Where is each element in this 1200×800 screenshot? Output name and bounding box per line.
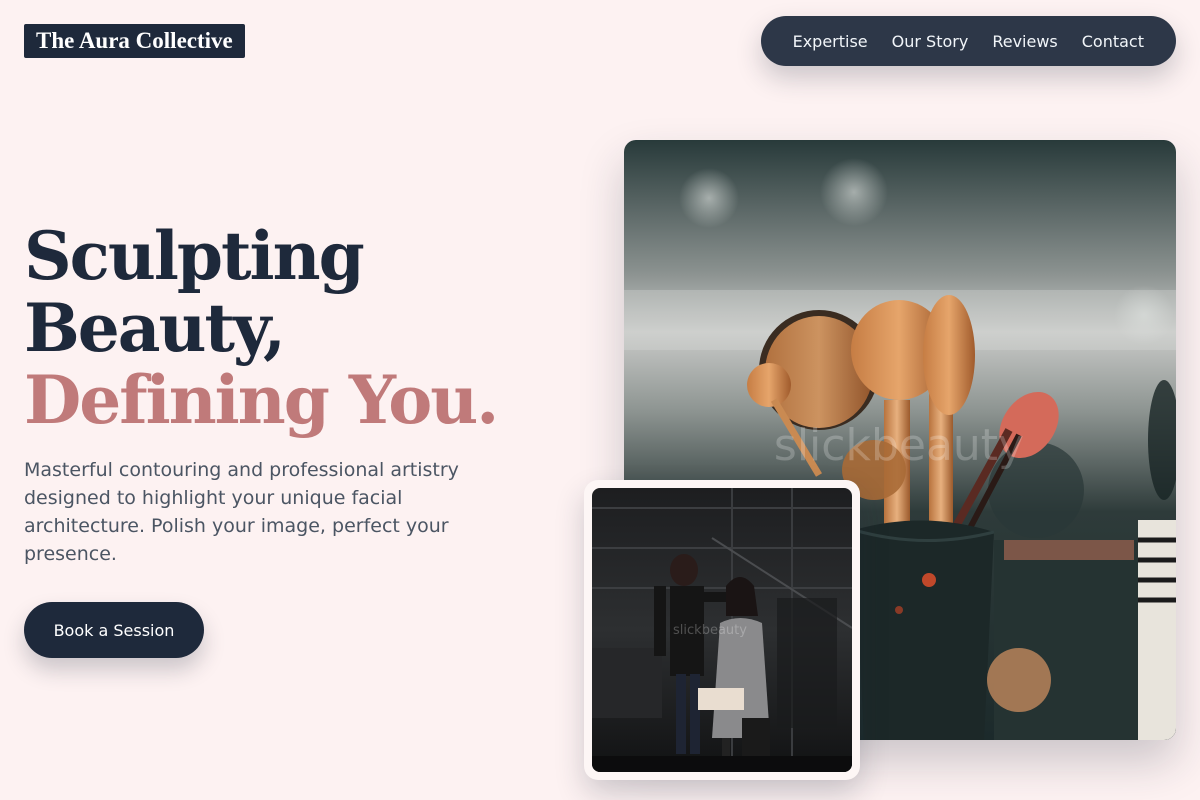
main-nav: Expertise Our Story Reviews Contact — [760, 16, 1176, 66]
brand-logo[interactable]: The Aura Collective — [24, 24, 245, 58]
makeup-artist-photo: slickbeauty — [592, 488, 852, 772]
nav-link-expertise[interactable]: Expertise — [793, 32, 868, 51]
makeup-artist-illustration: slickbeauty — [592, 488, 852, 772]
nav-link-reviews[interactable]: Reviews — [992, 32, 1057, 51]
headline-line-1: Sculpting — [24, 217, 365, 295]
nav-link-our-story[interactable]: Our Story — [892, 32, 969, 51]
main-photo-watermark: slickbeauty — [774, 420, 1024, 471]
headline-line-3-accent: Defining You. — [24, 361, 499, 439]
hero-section: Sculpting Beauty, Defining You. Masterfu… — [24, 220, 504, 658]
hero-headline: Sculpting Beauty, Defining You. — [24, 220, 504, 436]
nav-link-contact[interactable]: Contact — [1082, 32, 1144, 51]
artist-photo-card: slickbeauty — [584, 480, 860, 780]
book-session-button[interactable]: Book a Session — [24, 602, 204, 658]
small-photo-watermark: slickbeauty — [673, 623, 747, 638]
headline-line-2: Beauty, — [24, 289, 286, 367]
hero-description: Masterful contouring and professional ar… — [24, 459, 459, 565]
